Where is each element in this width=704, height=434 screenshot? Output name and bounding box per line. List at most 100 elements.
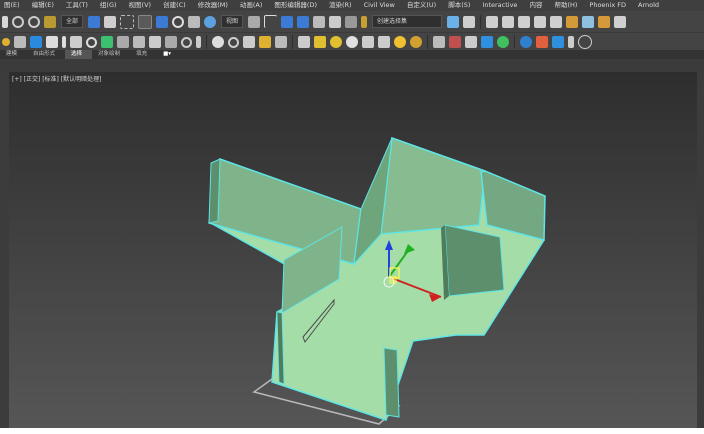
tab-populate[interactable]: 填充: [130, 50, 157, 59]
menu-item-group[interactable]: 组(G): [96, 0, 125, 11]
light-icon[interactable]: [2, 38, 10, 46]
snow-icon[interactable]: [465, 36, 477, 48]
green-sphere-icon[interactable]: [497, 36, 509, 48]
scene-canvas[interactable]: [9, 72, 697, 428]
menu-item-content[interactable]: 内容: [525, 0, 550, 11]
sphere-icon[interactable]: [212, 36, 224, 48]
cone-icon[interactable]: [378, 36, 390, 48]
torus-icon[interactable]: [228, 36, 239, 48]
white-sphere-icon[interactable]: [346, 36, 358, 48]
omni-light-icon[interactable]: [410, 36, 422, 48]
bars-icon[interactable]: [568, 36, 574, 48]
menu-item-file[interactable]: 图(E): [0, 0, 28, 11]
named-selection-dropdown[interactable]: 创建选择集: [372, 15, 443, 28]
rectangular-selection-icon[interactable]: [120, 14, 135, 29]
perspective-viewport[interactable]: [+] [正交] [标准] [默认明暗处理]: [9, 72, 697, 428]
render-iterative-icon[interactable]: [614, 15, 627, 28]
select-and-rotate-icon[interactable]: [172, 15, 185, 28]
lock-icon[interactable]: [70, 36, 82, 48]
grid-icon[interactable]: [117, 36, 129, 48]
scissors-icon[interactable]: [275, 36, 287, 48]
info-icon[interactable]: [62, 36, 66, 48]
help-icon[interactable]: [578, 35, 592, 49]
tab-modeling[interactable]: 建模: [0, 50, 27, 59]
menu-item-civil-view[interactable]: Civil View: [360, 0, 403, 11]
tab-selection[interactable]: 选择: [65, 50, 93, 59]
menu-item-animation[interactable]: 动画(A): [236, 0, 271, 11]
box-icon[interactable]: [165, 36, 177, 48]
yellow-sphere-icon[interactable]: [330, 36, 342, 48]
select-object-icon[interactable]: [88, 15, 101, 28]
angle-snap-icon[interactable]: [313, 15, 326, 28]
plane-icon[interactable]: [243, 36, 255, 48]
circle-icon[interactable]: [181, 36, 192, 48]
toolbar-divider: [480, 14, 482, 29]
scene-explorer-icon[interactable]: [486, 15, 499, 28]
camera-icon[interactable]: [259, 36, 271, 48]
helper-icon[interactable]: [30, 36, 42, 48]
ribbon-options-icon[interactable]: ■▾: [157, 50, 181, 59]
list-icon[interactable]: [46, 36, 58, 48]
sun-icon[interactable]: [394, 36, 406, 48]
path-icon[interactable]: [149, 36, 161, 48]
select-by-name-icon[interactable]: [104, 15, 117, 28]
blue-tool-icon[interactable]: [481, 36, 493, 48]
pin-icon[interactable]: [196, 36, 201, 48]
snaps-toggle-icon[interactable]: [297, 15, 310, 28]
dots-icon[interactable]: [536, 36, 548, 48]
manipulate-icon[interactable]: [264, 15, 278, 28]
window-crossing-icon[interactable]: [138, 14, 153, 29]
align-icon[interactable]: [463, 15, 476, 28]
rotate-view-icon[interactable]: [86, 36, 97, 48]
red-tool-icon[interactable]: [449, 36, 461, 48]
yellow-box-icon[interactable]: [314, 36, 326, 48]
teapot-icon[interactable]: [362, 36, 374, 48]
menu-item-scripting[interactable]: 脚本(S): [444, 0, 478, 11]
menu-item-rendering[interactable]: 渲染(R): [325, 0, 360, 11]
pivot-center-icon[interactable]: [248, 15, 261, 28]
render-setup-icon[interactable]: [566, 15, 579, 28]
material-editor-icon[interactable]: [550, 15, 563, 28]
right-side-panel: [697, 72, 704, 434]
particle-icon[interactable]: [14, 36, 26, 48]
menu-item-tools[interactable]: 工具(T): [62, 0, 96, 11]
undo-icon[interactable]: [2, 15, 8, 28]
globe-icon[interactable]: [520, 36, 532, 48]
menu-item-graph-editors[interactable]: 图形编辑器(D): [270, 0, 325, 11]
dash-icon[interactable]: [298, 36, 310, 48]
menu-item-help[interactable]: 帮助(H): [550, 0, 585, 11]
frame-icon[interactable]: [133, 36, 145, 48]
menu-item-arnold[interactable]: Arnold: [634, 0, 667, 11]
link-chain-icon[interactable]: [433, 36, 445, 48]
bind-space-warp-icon[interactable]: [44, 15, 56, 28]
menu-item-modifiers[interactable]: 修改器(M): [194, 0, 236, 11]
select-and-scale-icon[interactable]: [188, 15, 201, 28]
render-element-icon[interactable]: [552, 36, 564, 48]
menu-item-interactive[interactable]: Interactive: [478, 0, 525, 11]
keyboard-shortcut-override-icon[interactable]: [281, 15, 294, 28]
curve-editor-icon[interactable]: [518, 15, 531, 28]
unlink-icon[interactable]: [28, 15, 40, 28]
layer-explorer-icon[interactable]: [502, 15, 515, 28]
selection-filter-dropdown[interactable]: 全部: [61, 15, 84, 28]
rendered-frame-window-icon[interactable]: [582, 15, 595, 28]
menu-item-views[interactable]: 视图(V): [125, 0, 160, 11]
link-icon[interactable]: [12, 15, 24, 28]
render-production-icon[interactable]: [598, 15, 611, 28]
spinner-snap-icon[interactable]: [345, 15, 358, 28]
select-and-move-icon[interactable]: [156, 15, 169, 28]
menu-item-phoenix-fd[interactable]: Phoenix FD: [585, 0, 634, 11]
menu-item-create[interactable]: 创建(C): [159, 0, 194, 11]
tab-freeform[interactable]: 自由形式: [27, 50, 65, 59]
select-and-place-icon[interactable]: [204, 15, 217, 28]
menu-item-edit[interactable]: 编辑(E): [28, 0, 62, 11]
percent-snap-icon[interactable]: [329, 15, 342, 28]
reference-coordinate-dropdown[interactable]: 视图: [221, 15, 244, 28]
tab-object-paint[interactable]: 对象绘制: [92, 50, 130, 59]
edit-named-selection-icon[interactable]: [361, 15, 368, 28]
green-tool-icon[interactable]: [101, 36, 113, 48]
mirror-icon[interactable]: [447, 15, 460, 28]
toolbar-divider-4: [427, 35, 428, 49]
schematic-view-icon[interactable]: [534, 15, 547, 28]
menu-item-customize[interactable]: 自定义(U): [403, 0, 444, 11]
